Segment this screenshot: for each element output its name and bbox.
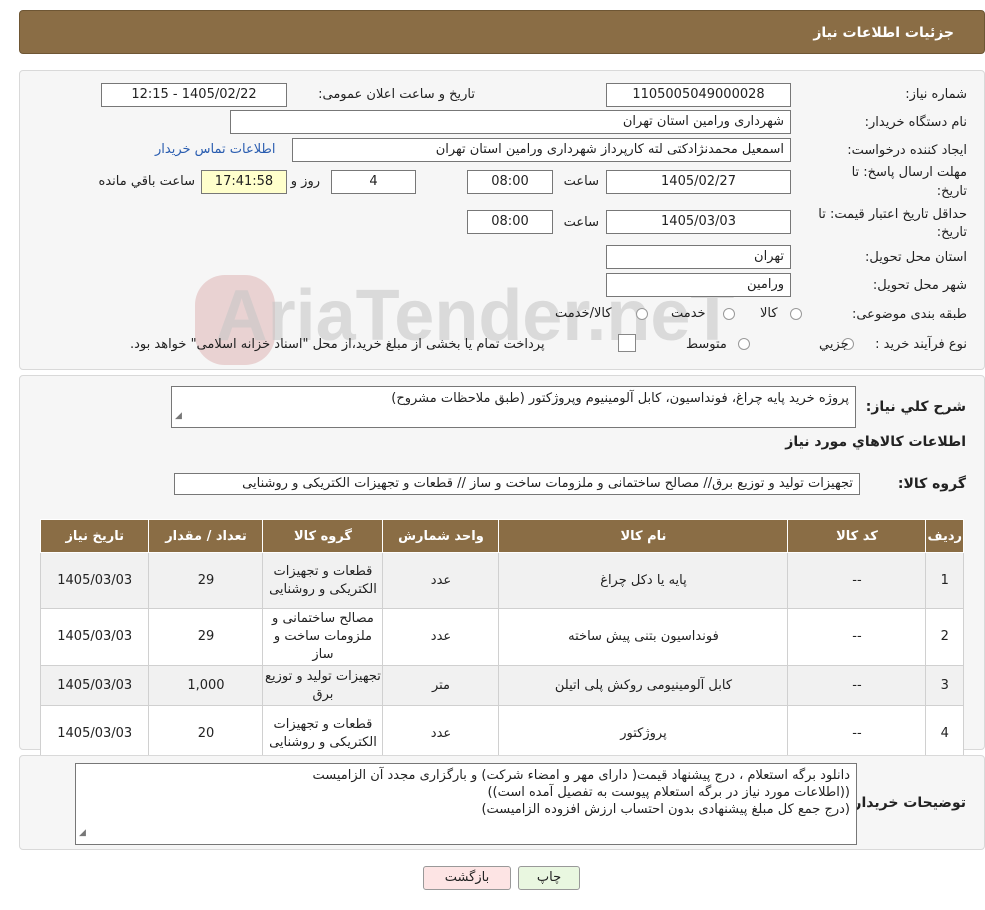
category-radio-service[interactable]	[723, 308, 735, 320]
table-row: 2 -- فونداسیون بتنی پیش ساخته عدد مصالح …	[39, 608, 964, 666]
cell-date: 1405/03/03	[39, 665, 150, 706]
validity-date-field: 1405/03/03	[606, 210, 791, 234]
need-number-label: شماره نیاز:	[905, 87, 967, 102]
cell-group: قطعات و تجهیزات الکتریکی و روشنایی	[262, 552, 384, 609]
cell-group: مصالح ساختمانی و ملزومات ساخت و ساز	[262, 608, 384, 666]
description-label: شرح کلي نیاز:	[865, 399, 966, 415]
buyer-notes-line: ((اطلاعات مورد نیاز در برگه استعلام پیوس…	[487, 785, 850, 800]
province-field: تهران	[606, 245, 791, 269]
cell-unit: عدد	[382, 608, 500, 666]
table-row: 1 -- پایه یا دکل چراغ عدد قطعات و تجهیزا…	[39, 552, 964, 609]
days-label: روز و	[290, 174, 320, 189]
cell-name: کابل آلومینیومی روکش پلی اتیلن	[498, 665, 789, 706]
cell-row: 1	[925, 552, 964, 609]
category-radio-goods-service[interactable]	[636, 308, 648, 320]
cell-date: 1405/03/03	[39, 705, 150, 762]
cell-qty: 1,000	[148, 665, 264, 706]
cell-qty: 29	[148, 608, 264, 666]
goods-table-header: ردیف کد کالا نام کالا واحد شمارش گروه کا…	[39, 519, 964, 553]
announce-label: تاریخ و ساعت اعلان عمومی:	[318, 87, 475, 102]
category-label: طبقه بندی موضوعی:	[851, 307, 967, 322]
validity-label: حداقل تاریخ اعتبار قیمت: تا	[818, 207, 967, 222]
remaining-time-field: 17:41:58	[201, 170, 287, 194]
validity-time-label: ساعت	[563, 215, 599, 230]
cell-code: --	[787, 552, 927, 609]
buyer-org-label: نام دستگاه خریدار:	[864, 115, 967, 130]
cell-unit: عدد	[382, 552, 500, 609]
col-unit: واحد شمارش	[382, 519, 500, 553]
announce-field: 1405/02/22 - 12:15	[101, 83, 287, 107]
cell-date: 1405/03/03	[39, 608, 150, 666]
buyer-notes-label: توضیحات خریدار:	[847, 795, 966, 811]
cell-unit: متر	[382, 665, 500, 706]
col-date: تاریخ نیاز	[39, 519, 150, 553]
deadline-time-field: 08:00	[467, 170, 553, 194]
city-label: شهر محل تحویل:	[872, 278, 967, 293]
deadline-label-2: تاریخ:	[936, 184, 967, 199]
page-title: جزئیات اطلاعات نیاز	[813, 25, 954, 41]
process-option-medium: متوسط	[686, 337, 727, 352]
table-row: 3 -- کابل آلومینیومی روکش پلی اتیلن متر …	[39, 665, 964, 706]
need-number-field: 1105005049000028	[606, 83, 791, 107]
category-option-goods-service: کالا/خدمت	[555, 306, 612, 321]
cell-code: --	[787, 705, 927, 762]
buyer-contact-link[interactable]: اطلاعات تماس خریدار	[155, 142, 275, 157]
buyer-notes-line: (درج جمع کل مبلغ پیشنهادی بدون احتساب ار…	[481, 802, 850, 817]
cell-code: --	[787, 608, 927, 666]
process-note: پرداخت تمام یا بخشی از مبلغ خرید،از محل …	[130, 337, 545, 352]
cell-name: فونداسیون بتنی پیش ساخته	[498, 608, 789, 666]
cell-code: --	[787, 665, 927, 706]
requester-field: اسمعیل محمدنژادکتی لته کارپرداز شهرداری …	[292, 138, 791, 162]
col-group: گروه کالا	[262, 519, 384, 553]
resize-grip-icon[interactable]: ◢	[79, 825, 86, 842]
process-label: نوع فرآیند خرید :	[875, 337, 967, 352]
table-row: 4 -- پروژکتور عدد قطعات و تجهیزات الکتری…	[39, 705, 964, 762]
goods-section-title: اطلاعات کالاهاي مورد نیاز	[785, 434, 966, 450]
buyer-notes-field: دانلود برگه استعلام ، درج پیشنهاد قیمت( …	[75, 763, 857, 845]
col-code: کد کالا	[787, 519, 927, 553]
col-row: ردیف	[925, 519, 964, 553]
goods-group-label: گروه کالا:	[897, 476, 966, 492]
buyer-notes-line: دانلود برگه استعلام ، درج پیشنهاد قیمت( …	[312, 768, 850, 783]
validity-label-2: تاریخ:	[936, 225, 967, 240]
validity-time-field: 08:00	[467, 210, 553, 234]
cell-date: 1405/03/03	[39, 552, 150, 609]
col-name: نام کالا	[498, 519, 789, 553]
category-radio-goods[interactable]	[790, 308, 802, 320]
days-remaining-field: 4	[331, 170, 416, 194]
process-option-minor: جزیي	[819, 337, 849, 352]
goods-table: ردیف کد کالا نام کالا واحد شمارش گروه کا…	[39, 519, 964, 762]
category-option-goods: کالا	[760, 306, 778, 321]
goods-group-field: تجهیزات تولید و توزیع برق// مصالح ساختما…	[174, 473, 860, 495]
deadline-label: مهلت ارسال پاسخ: تا	[851, 165, 967, 180]
cell-group: تجهیزات تولید و توزیع برق	[262, 665, 384, 706]
cell-name: پایه یا دکل چراغ	[498, 552, 789, 609]
description-text: پروژه خرید پایه چراغ، فونداسیون، کابل آل…	[391, 391, 849, 406]
treasury-checkbox[interactable]	[618, 334, 636, 352]
category-option-service: خدمت	[671, 306, 706, 321]
cell-row: 3	[925, 665, 964, 706]
requester-label: ایجاد کننده درخواست:	[847, 143, 967, 158]
cell-qty: 20	[148, 705, 264, 762]
city-field: ورامین	[606, 273, 791, 297]
back-button[interactable]: بازگشت	[423, 866, 511, 890]
cell-row: 4	[925, 705, 964, 762]
province-label: استان محل تحویل:	[865, 250, 967, 265]
print-button[interactable]: چاپ	[518, 866, 580, 890]
resize-grip-icon[interactable]: ◢	[175, 408, 182, 425]
cell-qty: 29	[148, 552, 264, 609]
buyer-org-field: شهرداری ورامین استان تهران	[230, 110, 791, 134]
col-qty: تعداد / مقدار	[148, 519, 264, 553]
page-header: جزئیات اطلاعات نیاز	[19, 10, 985, 54]
cell-name: پروژکتور	[498, 705, 789, 762]
cell-row: 2	[925, 608, 964, 666]
deadline-time-label: ساعت	[563, 174, 599, 189]
remaining-time-label: ساعت باقي مانده	[98, 174, 195, 189]
description-field: پروژه خرید پایه چراغ، فونداسیون، کابل آل…	[171, 386, 856, 428]
process-radio-medium[interactable]	[738, 338, 750, 350]
cell-group: قطعات و تجهیزات الکتریکی و روشنایی	[262, 705, 384, 762]
cell-unit: عدد	[382, 705, 500, 762]
deadline-date-field: 1405/02/27	[606, 170, 791, 194]
